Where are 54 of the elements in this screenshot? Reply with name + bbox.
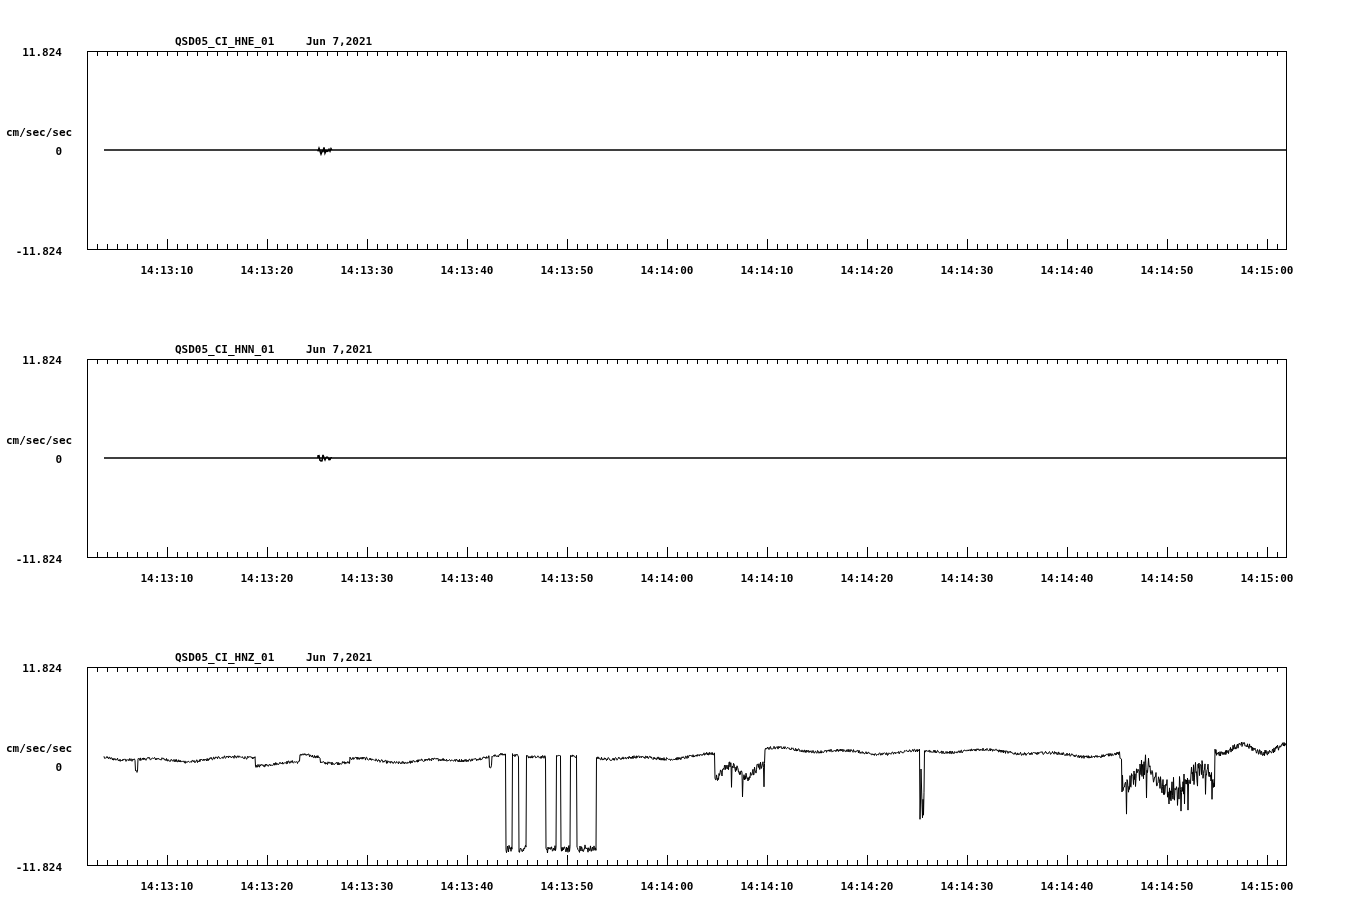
x-axis-time-label: 14:15:00 [1240, 572, 1294, 585]
station-label: QSD05_CI_HNN_01 [175, 343, 275, 356]
x-axis-time-label: 14:13:40 [440, 264, 494, 277]
date-label: Jun 7,2021 [306, 343, 373, 356]
y-axis-min-label: -11.824 [15, 861, 62, 874]
x-axis-time-label: 14:14:50 [1140, 572, 1194, 585]
x-axis-time-label: 14:14:20 [840, 572, 894, 585]
x-axis-time-label: 14:14:40 [1040, 264, 1094, 277]
x-axis-time-label: 14:14:20 [840, 264, 894, 277]
x-axis-time-label: 14:14:40 [1040, 880, 1094, 893]
x-axis-time-label: 14:15:00 [1240, 880, 1294, 893]
y-axis-min-label: -11.824 [15, 553, 62, 566]
x-axis-time-label: 14:13:40 [440, 572, 494, 585]
y-axis-max-label: 11.824 [22, 46, 62, 59]
y-axis-unit-label: cm/sec/sec [6, 434, 73, 447]
y-axis-zero-label: 0 [55, 761, 62, 774]
x-axis-time-label: 14:14:10 [740, 264, 794, 277]
y-axis-zero-label: 0 [55, 453, 62, 466]
station-label: QSD05_CI_HNZ_01 [175, 651, 275, 664]
x-axis-time-label: 14:13:10 [140, 880, 194, 893]
station-label: QSD05_CI_HNE_01 [175, 35, 275, 48]
x-axis-time-label: 14:14:50 [1140, 880, 1194, 893]
x-axis-time-label: 14:14:30 [940, 880, 994, 893]
y-axis-min-label: -11.824 [15, 245, 62, 258]
x-axis-time-label: 14:14:00 [640, 880, 694, 893]
x-axis-time-label: 14:13:10 [140, 264, 194, 277]
x-axis-time-label: 14:14:20 [840, 880, 894, 893]
x-axis-time-label: 14:14:10 [740, 572, 794, 585]
x-axis-time-label: 14:13:30 [340, 264, 394, 277]
x-axis-time-label: 14:13:30 [340, 880, 394, 893]
date-label: Jun 7,2021 [306, 651, 373, 664]
x-axis-time-label: 14:13:20 [240, 264, 294, 277]
x-axis-time-label: 14:13:50 [540, 264, 594, 277]
x-axis-time-label: 14:13:30 [340, 572, 394, 585]
x-axis-time-label: 14:14:00 [640, 572, 694, 585]
x-axis-time-label: 14:14:10 [740, 880, 794, 893]
x-axis-time-label: 14:13:50 [540, 880, 594, 893]
x-axis-time-label: 14:13:40 [440, 880, 494, 893]
x-axis-time-label: 14:13:10 [140, 572, 194, 585]
y-axis-unit-label: cm/sec/sec [6, 742, 73, 755]
y-axis-zero-label: 0 [55, 145, 62, 158]
x-axis-time-label: 14:14:30 [940, 572, 994, 585]
date-label: Jun 7,2021 [306, 35, 373, 48]
x-axis-time-label: 14:13:50 [540, 572, 594, 585]
y-axis-max-label: 11.824 [22, 354, 62, 367]
x-axis-time-label: 14:14:40 [1040, 572, 1094, 585]
x-axis-time-label: 14:14:50 [1140, 264, 1194, 277]
x-axis-time-label: 14:13:20 [240, 572, 294, 585]
x-axis-time-label: 14:14:00 [640, 264, 694, 277]
x-axis-time-label: 14:15:00 [1240, 264, 1294, 277]
y-axis-unit-label: cm/sec/sec [6, 126, 73, 139]
x-axis-time-label: 14:13:20 [240, 880, 294, 893]
x-axis-time-label: 14:14:30 [940, 264, 994, 277]
y-axis-max-label: 11.824 [22, 662, 62, 675]
